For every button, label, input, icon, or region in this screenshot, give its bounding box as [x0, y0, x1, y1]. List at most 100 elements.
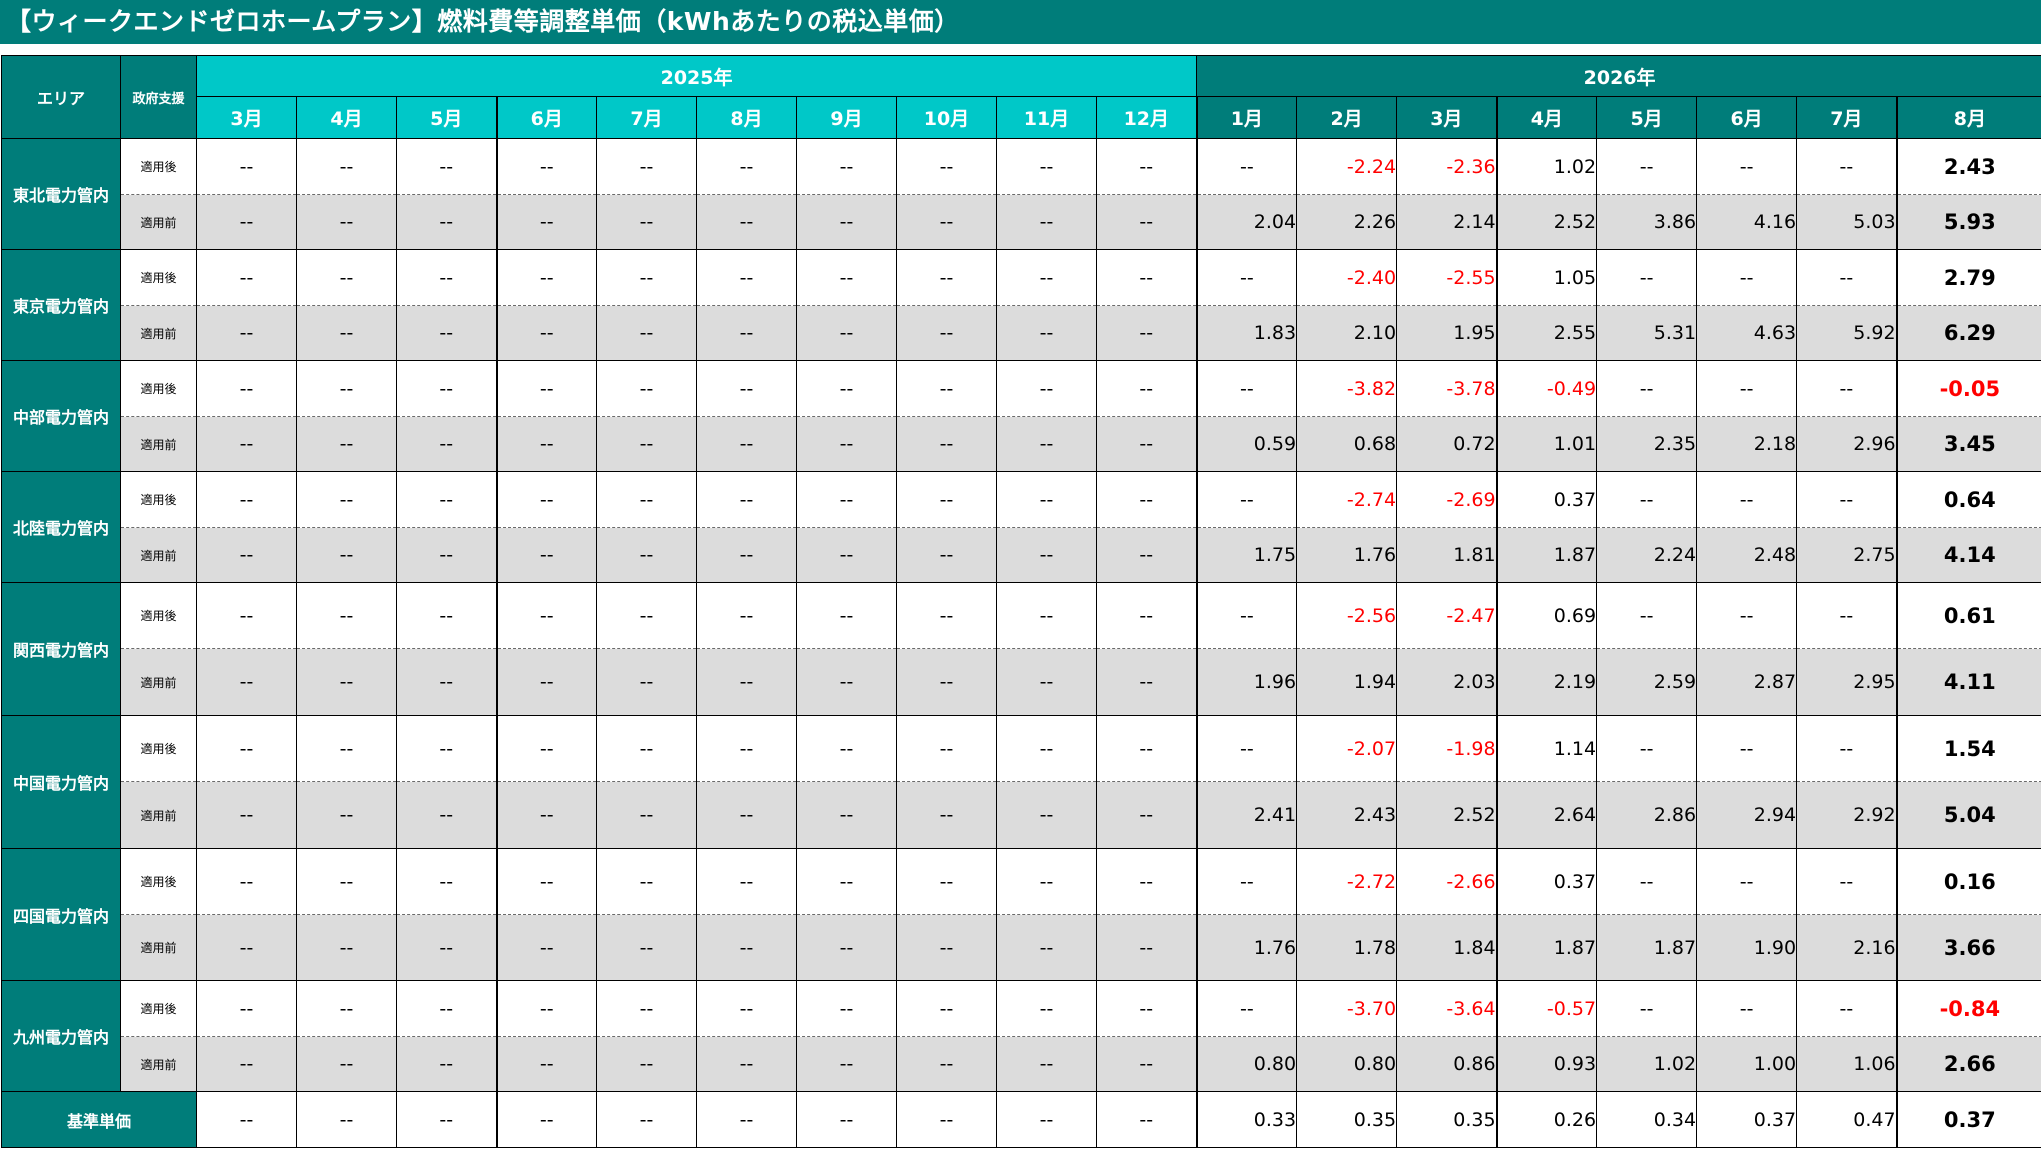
value-cell: -- [896, 715, 997, 782]
value-cell: 1.94 [1296, 648, 1398, 716]
value-cell: -2.24 [1296, 138, 1398, 195]
value-cell: -- [495, 781, 597, 849]
area-name: 関西電力管内 [1, 582, 121, 716]
value-cell: 1.87 [1596, 914, 1698, 981]
month-header: 7月 [596, 96, 697, 139]
table-row: 九州電力管内 適用後 -- -- -- -- -- -- -- -- -- -- -- -3.70 -3.6… [1, 980, 2041, 1092]
value-cell: 1.83 [1195, 305, 1298, 361]
value-cell: -- [996, 980, 1097, 1037]
month-header: 8月 [1895, 96, 2041, 139]
value-cell: -- [1095, 980, 1198, 1037]
value-cell: -- [1095, 1036, 1198, 1092]
value-cell: -- [196, 648, 297, 716]
value-cell: 1.75 [1195, 527, 1298, 583]
value-cell: -- [696, 1036, 797, 1092]
support-before-label: 適用前 [120, 416, 197, 472]
value-cell: -- [296, 138, 397, 195]
value-cell: -- [196, 138, 297, 195]
value-cell: 1.95 [1396, 305, 1498, 361]
value-cell: -- [596, 527, 697, 583]
value-cell: 0.47 [1796, 1091, 1898, 1148]
value-cell: -- [396, 194, 497, 250]
value-cell: -- [296, 249, 397, 306]
value-cell: -- [396, 138, 497, 195]
value-cell: 2.59 [1596, 648, 1698, 716]
value-cell: 5.03 [1796, 194, 1898, 250]
value-cell: -- [495, 980, 597, 1037]
value-cell: -- [396, 360, 497, 417]
value-cell: -- [1696, 249, 1798, 306]
value-cell: -- [296, 1091, 397, 1148]
value-cell: -- [896, 305, 997, 361]
month-header: 3月 [1396, 96, 1498, 139]
support-before-label: 適用前 [120, 305, 197, 361]
value-cell: -- [796, 138, 897, 195]
month-header: 6月 [1696, 96, 1798, 139]
value-cell: -- [596, 138, 697, 195]
value-cell: 0.35 [1396, 1091, 1498, 1148]
value-cell: -- [396, 582, 497, 649]
value-cell: -- [596, 194, 697, 250]
value-cell: -- [296, 582, 397, 649]
value-cell: -- [396, 416, 497, 472]
value-cell: -- [1195, 980, 1298, 1037]
value-cell: -2.66 [1396, 848, 1498, 915]
table-row: 適用前 -- -- -- -- -- -- -- -- -- -- 1.96 1.94 2.03 2.19 2… [2, 648, 2041, 716]
month-header: 4月 [296, 96, 397, 139]
value-cell: -- [996, 648, 1097, 716]
value-cell: -- [696, 848, 797, 915]
value-cell: -- [596, 416, 697, 472]
value-cell: -- [896, 648, 997, 716]
value-cell: -- [1796, 360, 1898, 417]
value-cell: -- [696, 1091, 797, 1148]
value-cell: 0.61 [1895, 582, 2041, 649]
value-cell: -3.82 [1296, 360, 1398, 417]
year-header-row: エリア 政府支援 2025年 2026年 [1, 55, 2041, 139]
value-cell: -- [1095, 781, 1198, 849]
value-cell: -- [1095, 1091, 1198, 1148]
value-cell: -- [796, 848, 897, 915]
value-cell: -0.05 [1895, 360, 2041, 417]
value-cell: 0.35 [1296, 1091, 1398, 1148]
value-cell: -- [696, 781, 797, 849]
value-cell: -3.78 [1396, 360, 1498, 417]
value-cell: 0.69 [1495, 582, 1598, 649]
value-cell: -- [996, 1091, 1097, 1148]
value-cell: 3.45 [1895, 416, 2041, 472]
value-cell: -- [396, 980, 497, 1037]
table-row: 北陸電力管内 適用後 -- -- -- -- -- -- -- -- -- -- -- -2.74 -2.6… [1, 471, 2041, 583]
value-cell: 0.34 [1596, 1091, 1698, 1148]
value-cell: -2.40 [1296, 249, 1398, 306]
value-cell: -- [896, 360, 997, 417]
value-cell: 2.52 [1495, 194, 1598, 250]
value-cell: 1.78 [1296, 914, 1398, 981]
value-cell: 0.37 [1495, 471, 1598, 528]
value-cell: -0.84 [1895, 980, 2041, 1037]
value-cell: -- [896, 848, 997, 915]
month-header: 7月 [1796, 96, 1898, 139]
value-cell: -- [1095, 305, 1198, 361]
value-cell: -- [495, 1036, 597, 1092]
value-cell: 0.93 [1495, 1036, 1598, 1092]
value-cell: 6.29 [1895, 305, 2041, 361]
table-row: 適用前 -- -- -- -- -- -- -- -- -- -- 2.04 2.26 2.14 2.52 3… [2, 194, 2041, 250]
value-cell: -- [796, 715, 897, 782]
value-cell: -3.64 [1396, 980, 1498, 1037]
value-cell: -- [196, 305, 297, 361]
value-cell: -- [896, 1091, 997, 1148]
month-header: 2月 [1296, 96, 1398, 139]
value-cell: -- [196, 194, 297, 250]
value-cell: -- [996, 138, 1097, 195]
support-before-label: 適用前 [120, 527, 197, 583]
value-cell: 2.43 [1895, 138, 2041, 195]
value-cell: 2.26 [1296, 194, 1398, 250]
value-cell: -- [196, 416, 297, 472]
value-cell: -- [596, 1036, 697, 1092]
year-header: 2026年 [1196, 55, 2041, 97]
value-cell: -- [696, 648, 797, 716]
value-cell: -- [696, 194, 797, 250]
value-cell: -- [1796, 471, 1898, 528]
value-cell: -- [1095, 471, 1198, 528]
value-cell: -- [495, 648, 597, 716]
area-name: 東京電力管内 [1, 249, 121, 361]
